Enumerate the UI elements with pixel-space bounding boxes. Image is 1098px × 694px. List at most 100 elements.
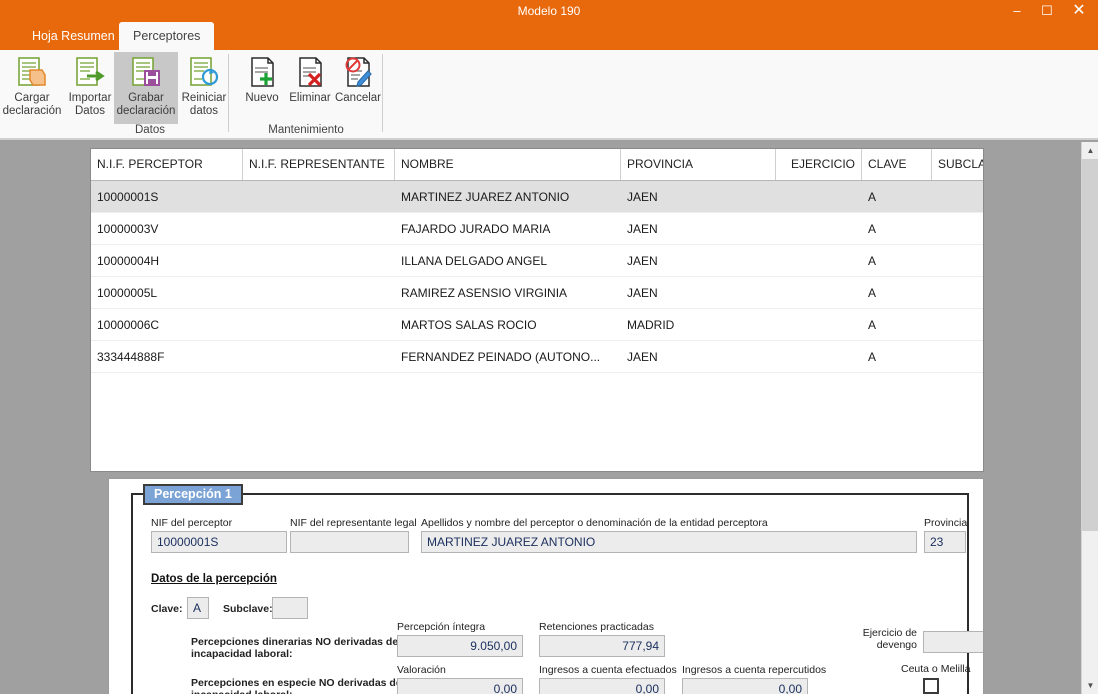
cell-subclave	[932, 181, 983, 213]
column-header-subclave[interactable]: SUBCLAVE	[932, 149, 983, 180]
cell-provincia: JAEN	[627, 190, 658, 204]
tab-hoja-resumen[interactable]: Hoja Resumen	[18, 22, 129, 50]
grabar-declaracion-label-1: Grabar	[128, 92, 164, 104]
document-load-icon	[16, 56, 48, 90]
importar-datos-button[interactable]: Importar Datos	[58, 52, 122, 124]
retenciones-practicadas-input[interactable]: 777,94	[539, 635, 665, 657]
ribbon-group-mantenimiento-label: Mantenimiento	[268, 124, 344, 136]
percepciones-dinerarias-label-1: Percepciones dinerarias NO derivadas de	[191, 636, 399, 648]
ingresos-repercutidos-input[interactable]: 0,00	[682, 678, 808, 694]
cell-nombre: FERNANDEZ PEINADO (AUTONO...	[401, 350, 601, 364]
cell-clave: A	[868, 190, 877, 204]
percepciones-especie-label-2: incapacidad laboral:	[191, 689, 293, 694]
provincia-input[interactable]: 23	[924, 531, 966, 553]
grabar-declaracion-button[interactable]: Grabar declaración	[114, 52, 178, 124]
maximize-button[interactable]: ☐	[1032, 0, 1062, 22]
cell-provincia: JAEN	[627, 254, 658, 268]
provincia-label: Provincia	[924, 517, 968, 529]
cell-ejercicio	[776, 181, 862, 213]
ribbon-separator-1	[228, 54, 229, 132]
nif-representante-input[interactable]	[290, 531, 409, 553]
close-button[interactable]: ✕	[1064, 0, 1094, 22]
ejercicio-devengo-label-2: devengo	[876, 639, 917, 651]
column-header-clave[interactable]: CLAVE	[862, 149, 932, 180]
reiniciar-datos-button[interactable]: Reiniciar datos	[172, 52, 236, 124]
cargar-declaracion-label-1: Cargar	[14, 92, 50, 104]
cancelar-button[interactable]: Cancelar	[328, 52, 388, 124]
nif-representante-label: NIF del representante legal	[290, 517, 417, 529]
cell-nif-representante	[243, 181, 395, 213]
nombre-perceptor-label: Apellidos y nombre del perceptor o denom…	[421, 517, 768, 529]
cell-clave: A	[868, 254, 877, 268]
minimize-button[interactable]: –	[1002, 0, 1032, 22]
column-header-nombre[interactable]: NOMBRE	[395, 149, 621, 180]
percepcion-legend[interactable]: Percepción 1	[143, 484, 243, 505]
document-refresh-icon	[188, 56, 220, 90]
cell-nombre: RAMIREZ ASENSIO VIRGINIA	[401, 286, 568, 300]
cell-nif-representante	[243, 309, 395, 341]
ingresos-efectuados-input[interactable]: 0,00	[539, 678, 665, 694]
nif-perceptor-input[interactable]: 10000001S	[151, 531, 287, 553]
cell-nif-representante	[243, 341, 395, 373]
window-title: Modelo 190	[517, 4, 581, 18]
cargar-declaracion-button[interactable]: Cargar declaración	[0, 52, 64, 124]
table-row[interactable]: 10000005L RAMIREZ ASENSIO VIRGINIA JAEN …	[91, 277, 983, 309]
cell-clave: A	[868, 222, 877, 236]
tab-perceptores[interactable]: Perceptores	[119, 22, 215, 50]
document-plus-icon	[246, 56, 278, 90]
vertical-scrollbar[interactable]: ▲ ▼	[1081, 142, 1098, 694]
clave-label: Clave:	[151, 603, 183, 615]
table-row[interactable]: 10000001S MARTINEZ JUAREZ ANTONIO JAEN A	[91, 181, 983, 213]
datos-percepcion-title: Datos de la percepción	[151, 573, 277, 585]
scrollbar-track[interactable]	[1082, 531, 1098, 677]
cell-nif-perceptor: 10000004H	[97, 254, 160, 268]
ejercicio-devengo-input[interactable]	[923, 631, 983, 653]
cancelar-label: Cancelar	[334, 92, 382, 104]
valoracion-input[interactable]: 0,00	[397, 678, 523, 694]
ribbon-group-mantenimiento: Nuevo Eliminar Cancelar Mantenimiento	[232, 50, 381, 138]
nombre-perceptor-input[interactable]: MARTINEZ JUAREZ ANTONIO	[421, 531, 917, 553]
subclave-input[interactable]	[272, 597, 308, 619]
grabar-declaracion-label-2: declaración	[116, 104, 176, 117]
ceuta-melilla-checkbox[interactable]	[923, 678, 939, 694]
perceptores-table[interactable]: N.I.F. PERCEPTOR N.I.F. REPRESENTANTE NO…	[90, 148, 984, 472]
cargar-declaracion-label-2: declaración	[2, 104, 62, 117]
table-row[interactable]: 10000003V FAJARDO JURADO MARIA JAEN A	[91, 213, 983, 245]
cell-subclave	[932, 213, 983, 245]
ceuta-melilla-label: Ceuta o Melilla	[901, 663, 971, 675]
clave-input[interactable]: A	[187, 597, 209, 619]
cell-nif-representante	[243, 277, 395, 309]
valoracion-label: Valoración	[397, 664, 446, 676]
cell-clave: A	[868, 318, 877, 332]
scrollbar-thumb[interactable]	[1082, 159, 1098, 531]
ejercicio-devengo-label-1: Ejercicio de	[862, 627, 917, 639]
cell-nombre: ILLANA DELGADO ANGEL	[401, 254, 548, 268]
column-header-nif-representante[interactable]: N.I.F. REPRESENTANTE	[243, 149, 395, 180]
table-row[interactable]: 10000004H ILLANA DELGADO ANGEL JAEN A	[91, 245, 983, 277]
reiniciar-datos-label-2: datos	[189, 104, 219, 117]
document-import-arrow-icon	[74, 56, 106, 90]
percepcion-integra-input[interactable]: 9.050,00	[397, 635, 523, 657]
cell-subclave	[932, 277, 983, 309]
cell-clave: A	[868, 350, 877, 364]
cell-nombre: FAJARDO JURADO MARIA	[401, 222, 551, 236]
nif-perceptor-label: NIF del perceptor	[151, 517, 233, 529]
column-header-ejercicio[interactable]: EJERCICIO	[776, 149, 862, 180]
column-header-nif-perceptor[interactable]: N.I.F. PERCEPTOR	[91, 149, 243, 180]
cell-nif-representante	[243, 213, 395, 245]
title-bar: Modelo 190 – ☐ ✕	[0, 0, 1098, 22]
importar-datos-label-2: Datos	[74, 104, 106, 117]
table-row[interactable]: 10000006C MARTOS SALAS ROCIO MADRID A	[91, 309, 983, 341]
document-delete-x-icon	[294, 56, 326, 90]
document-save-floppy-icon	[130, 56, 162, 90]
cell-provincia: JAEN	[627, 286, 658, 300]
scroll-down-arrow-icon[interactable]: ▼	[1082, 677, 1098, 694]
scroll-up-arrow-icon[interactable]: ▲	[1082, 142, 1098, 159]
document-cancel-pencil-icon	[342, 56, 374, 90]
cell-provincia: JAEN	[627, 350, 658, 364]
importar-datos-label-1: Importar	[68, 92, 112, 104]
column-header-provincia[interactable]: PROVINCIA	[621, 149, 776, 180]
table-row[interactable]: 333444888F FERNANDEZ PEINADO (AUTONO... …	[91, 341, 983, 373]
cell-provincia: JAEN	[627, 222, 658, 236]
cell-ejercicio	[776, 309, 862, 341]
